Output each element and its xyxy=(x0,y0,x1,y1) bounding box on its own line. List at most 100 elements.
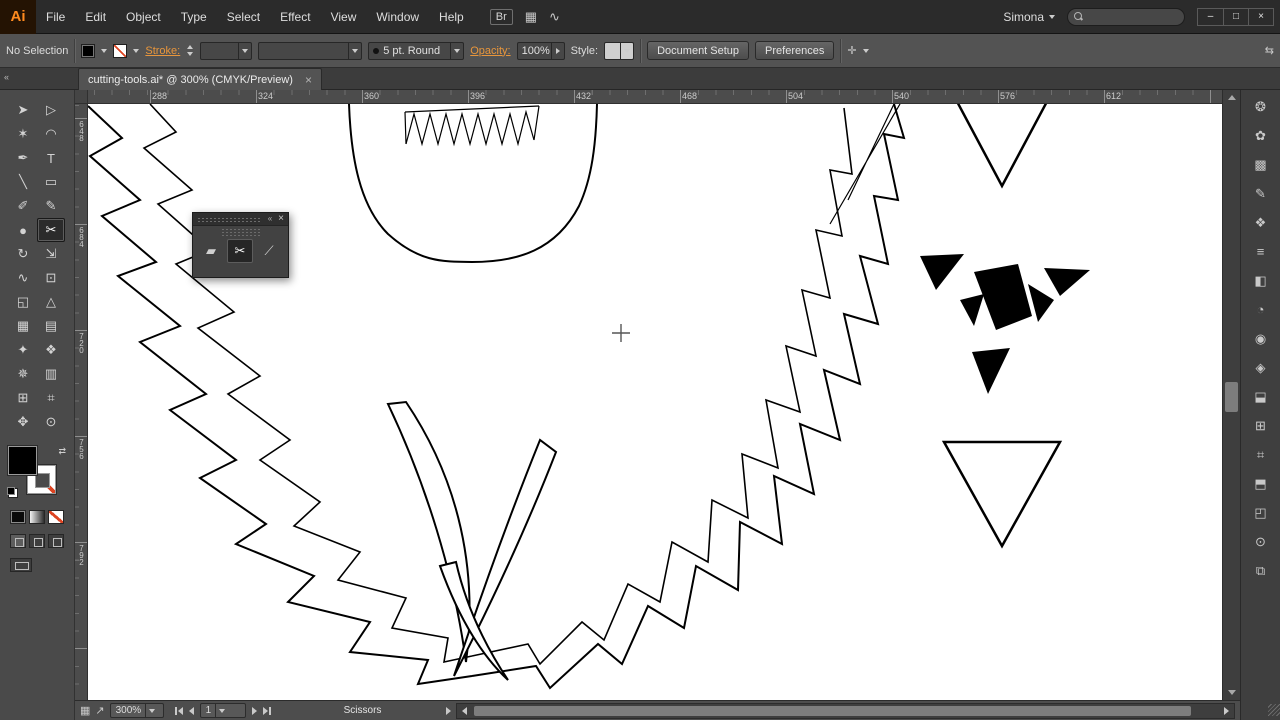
pen-tool[interactable]: ✒ xyxy=(9,146,37,170)
draw-inside-button[interactable] xyxy=(48,534,64,548)
panel-links-icon[interactable]: ⧉ xyxy=(1246,557,1276,584)
artboard-grid-icon[interactable]: ▦ xyxy=(80,704,90,717)
menu-edit[interactable]: Edit xyxy=(75,0,116,34)
hand-tool[interactable]: ✥ xyxy=(9,410,37,434)
snap-options-icon[interactable]: ✛ xyxy=(847,44,856,57)
paintbrush-tool[interactable]: ✐ xyxy=(9,194,37,218)
gradient-tool[interactable]: ▤ xyxy=(37,314,65,338)
restore-button[interactable]: □ xyxy=(1223,8,1248,25)
status-options-icon[interactable] xyxy=(446,706,452,715)
scroll-left-icon[interactable] xyxy=(457,704,472,718)
rotate-tool[interactable]: ↻ xyxy=(9,242,37,266)
horizontal-scrollbar[interactable] xyxy=(456,702,1235,719)
artboard-canvas[interactable] xyxy=(88,104,1222,700)
shape-builder-tool[interactable]: ◱ xyxy=(9,290,37,314)
panel-transform-icon[interactable]: ⬒ xyxy=(1246,470,1276,497)
panel-appearance-icon[interactable]: ◉ xyxy=(1246,325,1276,352)
knife-tool[interactable]: ⟋ xyxy=(256,239,282,263)
blob-brush-tool[interactable]: ● xyxy=(9,218,37,242)
search-box[interactable] xyxy=(1067,7,1185,26)
resize-grip-icon[interactable] xyxy=(1268,704,1280,716)
artboard-tool[interactable]: ⊞ xyxy=(9,386,37,410)
workspace-switcher[interactable]: Simona xyxy=(1003,10,1055,24)
preferences-button[interactable]: Preferences xyxy=(755,41,835,60)
rectangle-tool[interactable]: ▭ xyxy=(37,170,65,194)
draw-behind-button[interactable] xyxy=(29,534,45,548)
brush-definition-dropdown[interactable]: 5 pt. Round xyxy=(368,41,465,60)
panel-color-guide-icon[interactable]: ✿ xyxy=(1246,122,1276,149)
horizontal-scroll-thumb[interactable] xyxy=(474,705,1192,716)
gradient-button[interactable] xyxy=(29,510,45,524)
screen-mode-button[interactable] xyxy=(10,558,32,572)
ruler-origin-corner[interactable] xyxy=(75,90,88,104)
panel-graphic-styles-icon[interactable]: ◈ xyxy=(1246,354,1276,381)
width-tool[interactable]: ∿ xyxy=(9,266,37,290)
color-button[interactable] xyxy=(10,510,26,524)
panel-brushes-icon[interactable]: ✎ xyxy=(1246,180,1276,207)
pencil-tool[interactable]: ✎ xyxy=(37,194,65,218)
menu-select[interactable]: Select xyxy=(217,0,270,34)
menu-object[interactable]: Object xyxy=(116,0,171,34)
eraser-tool[interactable]: ▰ xyxy=(198,239,224,263)
panel-pathfinder-icon[interactable]: ◰ xyxy=(1246,499,1276,526)
step-down-icon[interactable] xyxy=(187,52,194,56)
ruler-vertical[interactable]: 648 684 720 756 792 xyxy=(75,104,88,700)
floating-tool-panel[interactable]: « × ▰ ✂ ⟋ xyxy=(192,212,289,278)
blend-tool[interactable]: ❖ xyxy=(37,338,65,362)
stroke-width-stepper[interactable] xyxy=(186,45,194,56)
panel-options-icon[interactable]: ⇆ xyxy=(1265,44,1274,57)
scale-tool[interactable]: ⇲ xyxy=(37,242,65,266)
drag-grip[interactable] xyxy=(197,216,262,222)
collapse-tools-icon[interactable]: « xyxy=(4,72,9,82)
panel-stroke-icon[interactable]: ≡ xyxy=(1246,238,1276,265)
scroll-up-icon[interactable] xyxy=(1223,90,1241,105)
next-artboard-button[interactable] xyxy=(251,706,257,715)
scroll-right-icon[interactable] xyxy=(1219,704,1234,718)
fill-proxy-swatch[interactable] xyxy=(8,446,37,475)
line-segment-tool[interactable]: ╲ xyxy=(9,170,37,194)
panel-artboards-icon[interactable]: ⊞ xyxy=(1246,412,1276,439)
menu-file[interactable]: File xyxy=(36,0,75,34)
opacity-field[interactable]: 100% xyxy=(516,41,565,60)
fill-color-swatch[interactable] xyxy=(81,43,96,58)
document-setup-button[interactable]: Document Setup xyxy=(647,41,750,60)
floating-panel-titlebar[interactable]: « × xyxy=(193,213,288,226)
close-tab-icon[interactable]: × xyxy=(305,74,312,86)
stroke-width-dropdown[interactable] xyxy=(200,41,253,60)
panel-align-icon[interactable]: ⌗ xyxy=(1246,441,1276,468)
chevron-down-icon[interactable] xyxy=(862,48,869,53)
panel-gradient-icon[interactable]: ◧ xyxy=(1246,267,1276,294)
minimize-button[interactable]: – xyxy=(1198,9,1223,25)
panel-navigator-icon[interactable]: ⊙ xyxy=(1246,528,1276,555)
step-up-icon[interactable] xyxy=(187,45,194,49)
scissors-tool[interactable]: ✂ xyxy=(227,239,253,263)
magic-wand-tool[interactable]: ✶ xyxy=(9,122,37,146)
menu-effect[interactable]: Effect xyxy=(270,0,320,34)
panel-color-icon[interactable]: ❂ xyxy=(1246,93,1276,120)
type-tool[interactable]: T xyxy=(37,146,65,170)
selection-tool[interactable]: ➤ xyxy=(9,98,37,122)
scroll-down-icon[interactable] xyxy=(1223,685,1241,700)
collapse-panel-icon[interactable]: « xyxy=(268,215,272,223)
horizontal-scroll-track[interactable] xyxy=(472,704,1219,718)
bridge-button[interactable]: Br xyxy=(489,8,513,25)
mesh-tool[interactable]: ▦ xyxy=(9,314,37,338)
menu-type[interactable]: Type xyxy=(171,0,217,34)
panel-swatches-icon[interactable]: ▩ xyxy=(1246,151,1276,178)
artboard-number-dropdown[interactable]: 1 xyxy=(199,703,246,718)
swap-fill-stroke-icon[interactable]: ⇄ xyxy=(58,446,66,457)
menu-view[interactable]: View xyxy=(321,0,367,34)
default-fill-stroke-icon[interactable] xyxy=(7,487,18,498)
panel-layers-icon[interactable]: ⬓ xyxy=(1246,383,1276,410)
none-button[interactable] xyxy=(48,510,64,524)
zoom-tool[interactable]: ⊙ xyxy=(37,410,65,434)
free-transform-tool[interactable]: ⊡ xyxy=(37,266,65,290)
variable-width-dropdown[interactable] xyxy=(258,41,363,60)
zoom-dropdown[interactable]: 300% xyxy=(109,703,164,718)
menu-help[interactable]: Help xyxy=(429,0,474,34)
eyedropper-tool[interactable]: ✦ xyxy=(9,338,37,362)
panel-symbols-icon[interactable]: ❖ xyxy=(1246,209,1276,236)
last-artboard-button[interactable] xyxy=(262,706,271,715)
slice-tool[interactable]: ⌗ xyxy=(37,386,65,410)
column-graph-tool[interactable]: ▥ xyxy=(37,362,65,386)
